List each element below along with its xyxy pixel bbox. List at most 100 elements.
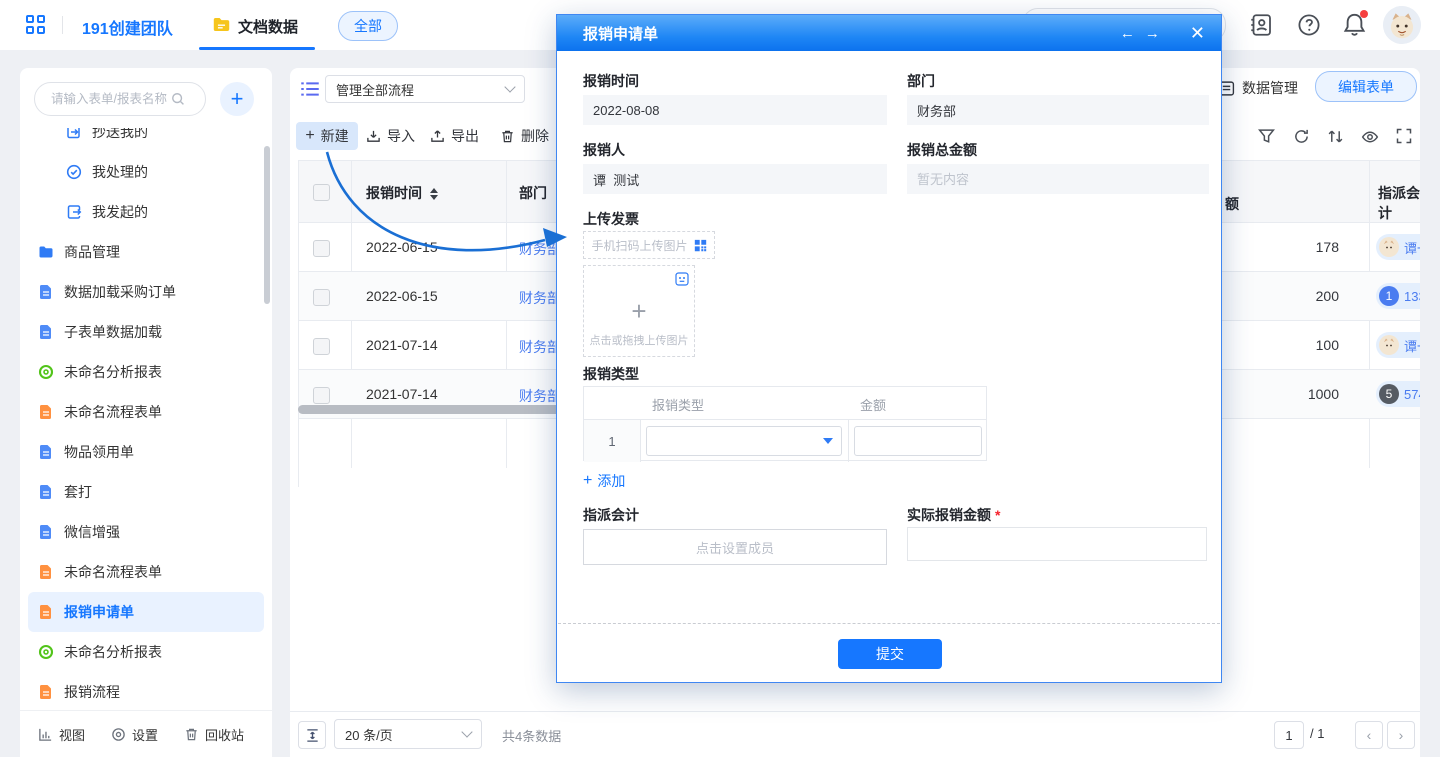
sidebar-item-form[interactable]: 物品领用单	[28, 432, 264, 472]
header-divider	[62, 16, 63, 34]
workspace-folder-icon	[212, 15, 231, 34]
delete-button[interactable]: 删除	[500, 122, 549, 150]
cell-dept-link[interactable]: 财务部	[519, 386, 561, 406]
assign-member-box[interactable]: 点击设置成员	[583, 529, 887, 565]
filter-all-pill[interactable]: 全部	[338, 11, 398, 41]
cell-dept-link[interactable]: 财务部	[519, 288, 561, 308]
current-page-box[interactable]: 1	[1274, 721, 1304, 749]
sidebar-item-flow-form[interactable]: 未命名流程表单	[28, 392, 264, 432]
form-search-input[interactable]	[49, 91, 171, 107]
notifications-bell-icon[interactable]	[1342, 12, 1367, 40]
active-tab-underline	[199, 47, 315, 50]
create-button[interactable]: + 新建	[296, 122, 358, 150]
required-asterisk: *	[995, 507, 1000, 523]
column-header-amount-partial[interactable]: 额	[1225, 194, 1239, 214]
search-icon	[171, 92, 185, 106]
expense-type-table: 报销类型 金额 1	[583, 386, 987, 461]
import-button[interactable]: 导入	[366, 122, 415, 150]
sidebar-item-form[interactable]: 子表单数据加载	[28, 312, 264, 352]
help-icon[interactable]	[1297, 13, 1321, 37]
column-header-assignee[interactable]: 指派会计	[1378, 183, 1420, 223]
sort-icon[interactable]	[1327, 128, 1344, 145]
sidebar-item-started-by-me[interactable]: 我发起的	[28, 192, 264, 232]
row-checkbox[interactable]	[313, 387, 330, 404]
sort-toggle-icon[interactable]	[430, 188, 438, 200]
data-manage-button[interactable]: 数据管理	[1218, 78, 1298, 98]
expense-form-modal: 报销申请单 ← → ✕ 报销时间 部门 报销人 报销总金额 上传发票 手机扫码上…	[556, 14, 1222, 683]
cell-assignee-pill[interactable]: 1 1334	[1376, 283, 1420, 309]
team-name[interactable]: 191创建团队	[82, 15, 173, 39]
actual-amount-input[interactable]	[907, 527, 1207, 561]
sidebar-item-report[interactable]: 未命名分析报表	[28, 352, 264, 392]
sidebar-item-expense-flow[interactable]: 报销流程	[28, 672, 264, 711]
select-all-checkbox[interactable]	[313, 184, 330, 201]
prev-record-icon[interactable]: ←	[1120, 25, 1135, 42]
recycle-bin-button[interactable]: 回收站	[184, 725, 244, 744]
eye-icon[interactable]	[1361, 128, 1379, 146]
add-form-button[interactable]: +	[220, 82, 254, 116]
contacts-icon[interactable]	[1249, 13, 1273, 37]
column-header-dept[interactable]: 部门	[519, 183, 547, 203]
edit-form-button[interactable]: 编辑表单	[1315, 71, 1417, 102]
cell-assignee-pill[interactable]: 5 5745	[1376, 381, 1420, 407]
image-upload-dropzone[interactable]: + 点击或拖拽上传图片	[583, 265, 695, 357]
row-height-button[interactable]	[298, 721, 326, 749]
sidebar-item-report[interactable]: 未命名分析报表	[28, 632, 264, 672]
refresh-icon[interactable]	[1293, 128, 1310, 145]
sidebar: + 抄送我的 我处理的 我发起的 商品管理 数据加载采购订单 子表单数据加载 未	[20, 68, 272, 757]
total-count-label: 共4条数据	[502, 726, 561, 745]
workspace-tab[interactable]: 文档数据	[238, 16, 298, 37]
sidebar-item-form[interactable]: 套打	[28, 472, 264, 512]
sidebar-item-form[interactable]: 微信增强	[28, 512, 264, 552]
cell-assignee-pill[interactable]: 谭一	[1376, 234, 1420, 260]
sidebar-item-expense-form-active[interactable]: 报销申请单	[28, 592, 264, 632]
cell-dept-link[interactable]: 财务部	[519, 337, 561, 357]
export-button[interactable]: 导出	[430, 122, 479, 150]
views-button[interactable]: 视图	[38, 725, 85, 744]
gear-icon	[111, 727, 126, 742]
modal-header: 报销申请单 ← → ✕	[557, 15, 1221, 51]
sidebar-item-form[interactable]: 数据加载采购订单	[28, 272, 264, 312]
sidebar-item-handled-by-me[interactable]: 我处理的	[28, 152, 264, 192]
assignee-count-badge: 1	[1379, 286, 1399, 306]
next-record-icon[interactable]: →	[1145, 25, 1160, 42]
cell-assignee-pill[interactable]: 谭一	[1376, 332, 1420, 358]
sidebar-folder-goods[interactable]: 商品管理	[28, 232, 264, 272]
next-page-button[interactable]: ›	[1387, 721, 1415, 749]
cell-dept-link[interactable]: 财务部	[519, 239, 561, 259]
fullscreen-icon[interactable]	[1396, 128, 1412, 144]
dept-field[interactable]	[907, 95, 1209, 125]
trash-icon	[184, 727, 199, 742]
user-avatar[interactable]	[1383, 6, 1421, 44]
scan-upload-button[interactable]: 手机扫码上传图片	[583, 231, 715, 259]
cell-amount: 100	[1229, 337, 1339, 353]
settings-button[interactable]: 设置	[111, 725, 158, 744]
app-launcher-icon[interactable]	[26, 15, 45, 34]
assignee-avatar	[1379, 237, 1399, 257]
time-field[interactable]	[583, 95, 887, 125]
amount-column-header: 金额	[860, 395, 886, 414]
expense-type-select[interactable]	[646, 426, 842, 456]
add-row-button[interactable]: + 添加	[583, 471, 625, 491]
cell-date: 2021-07-14	[366, 386, 438, 402]
flow-scope-select[interactable]: 管理全部流程	[325, 75, 525, 103]
row-checkbox[interactable]	[313, 338, 330, 355]
total-amount-field[interactable]	[907, 164, 1209, 194]
time-label: 报销时间	[583, 71, 639, 91]
sidebar-item-cc-to-me[interactable]: 抄送我的	[28, 128, 264, 152]
submit-button[interactable]: 提交	[838, 639, 942, 669]
page-size-select[interactable]: 20 条/页	[334, 719, 482, 749]
prev-page-button[interactable]: ‹	[1355, 721, 1383, 749]
flow-filter-icon[interactable]	[300, 80, 320, 98]
row-checkbox[interactable]	[313, 240, 330, 257]
cell-amount: 178	[1229, 239, 1339, 255]
column-header-date[interactable]: 报销时间	[366, 183, 438, 203]
expense-amount-input[interactable]	[854, 426, 982, 456]
filter-icon[interactable]	[1258, 128, 1275, 145]
person-field[interactable]	[583, 164, 887, 194]
sidebar-scrollbar[interactable]	[264, 146, 270, 304]
sidebar-footer: 视图 设置 回收站	[20, 710, 272, 757]
row-checkbox[interactable]	[313, 289, 330, 306]
sidebar-item-flow-form[interactable]: 未命名流程表单	[28, 552, 264, 592]
close-icon[interactable]: ✕	[1190, 24, 1205, 42]
